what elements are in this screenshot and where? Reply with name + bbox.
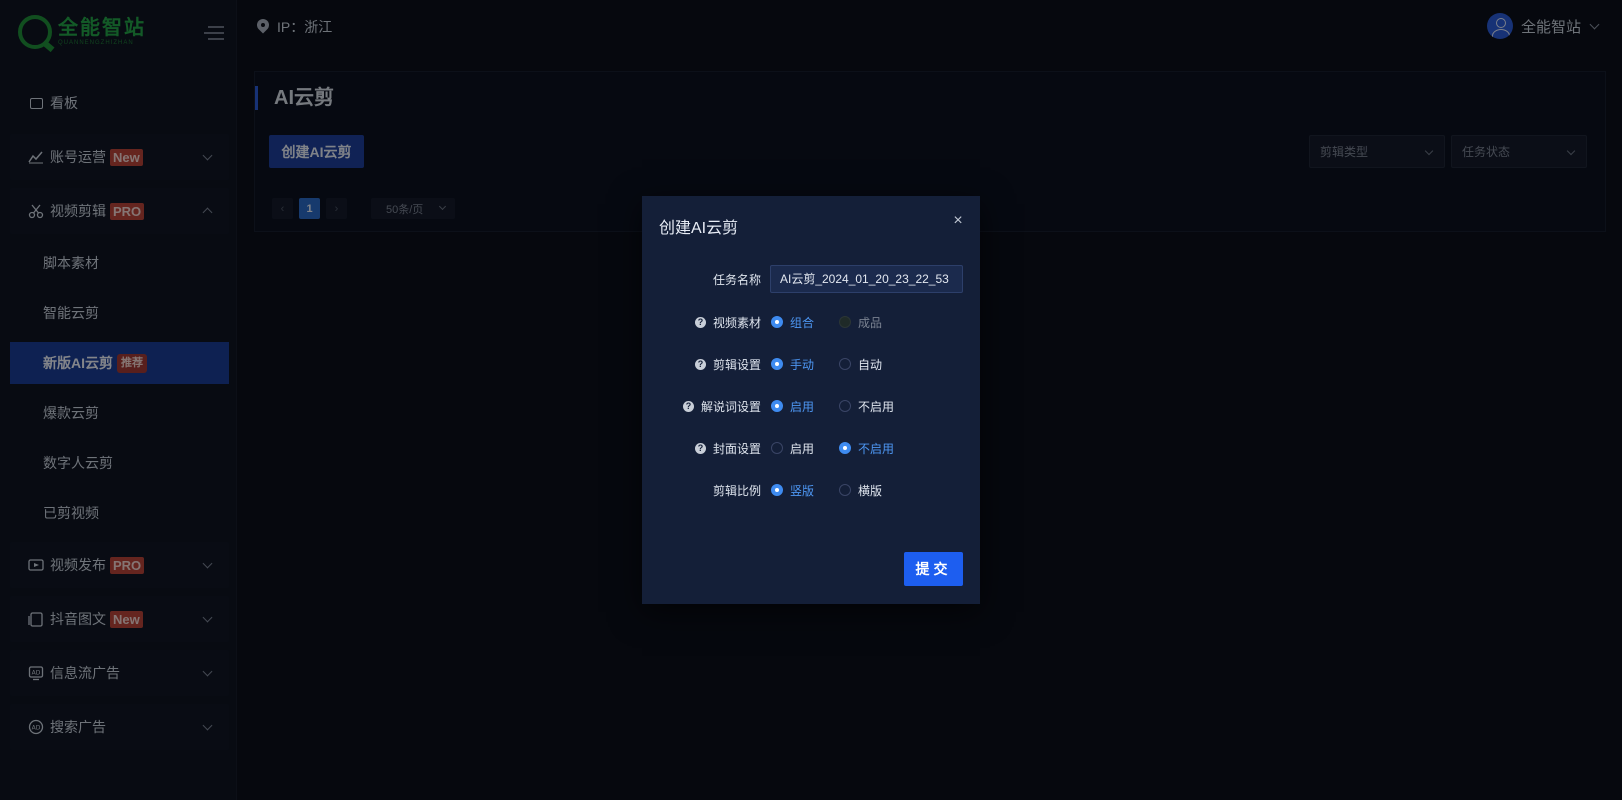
clip-setting-label: 剪辑设置: [712, 357, 761, 372]
cover-setting-row: ? 封面设置 启用 不启用: [642, 435, 980, 461]
radio-narration-enable[interactable]: 启用: [771, 398, 814, 415]
help-icon[interactable]: ?: [694, 316, 706, 328]
narration-setting-row: ? 解说词设置 启用 不启用: [642, 393, 980, 419]
radio-label: 成品: [858, 315, 883, 330]
help-icon[interactable]: ?: [682, 400, 694, 412]
radio-clip-auto[interactable]: 自动: [839, 356, 882, 373]
submit-button[interactable]: 提交: [904, 552, 963, 586]
radio-label: 竖版: [790, 483, 815, 498]
task-name-label: 任务名称: [712, 272, 761, 287]
radio-label: 启用: [790, 441, 815, 456]
radio-label: 组合: [790, 315, 815, 330]
radio-dot: [839, 484, 851, 496]
help-icon[interactable]: ?: [694, 442, 706, 454]
radio-dot: [839, 358, 851, 370]
radio-label: 不启用: [858, 441, 895, 456]
video-material-row: ? 视频素材 组合 成品: [642, 309, 980, 335]
radio-cover-enable[interactable]: 启用: [771, 440, 814, 457]
cover-setting-label: 封面设置: [712, 441, 761, 456]
video-material-label: 视频素材: [712, 315, 761, 330]
create-ai-clip-dialog: 创建AI云剪 × 任务名称 AI云剪_2024_01_20_23_22_53 ?…: [642, 196, 980, 604]
radio-clip-manual[interactable]: 手动: [771, 356, 814, 373]
help-icon[interactable]: ?: [694, 358, 706, 370]
narration-setting-label: 解说词设置: [700, 399, 761, 414]
radio-ratio-vertical[interactable]: 竖版: [771, 482, 814, 499]
aspect-ratio-label: 剪辑比例: [712, 483, 761, 498]
radio-label: 不启用: [858, 399, 895, 414]
radio-dot: [771, 358, 783, 370]
radio-dot: [771, 484, 783, 496]
task-name-input[interactable]: AI云剪_2024_01_20_23_22_53: [770, 265, 963, 293]
radio-dot: [771, 400, 783, 412]
radio-label: 启用: [790, 399, 815, 414]
dialog-title: 创建AI云剪: [659, 220, 739, 237]
task-name-row: 任务名称 AI云剪_2024_01_20_23_22_53: [642, 265, 980, 293]
radio-dot: [839, 316, 851, 328]
close-icon[interactable]: ×: [951, 213, 965, 229]
aspect-ratio-row: 剪辑比例 竖版 横版: [642, 477, 980, 503]
radio-dot: [771, 442, 783, 454]
clip-setting-row: ? 剪辑设置 手动 自动: [642, 351, 980, 377]
radio-video-material-finished[interactable]: 成品: [839, 314, 882, 331]
radio-dot: [839, 400, 851, 412]
radio-label: 自动: [858, 357, 883, 372]
radio-cover-disable[interactable]: 不启用: [839, 440, 894, 457]
radio-narration-disable[interactable]: 不启用: [839, 398, 894, 415]
radio-label: 横版: [858, 483, 883, 498]
radio-video-material-combo[interactable]: 组合: [771, 314, 814, 331]
radio-ratio-horizontal[interactable]: 横版: [839, 482, 882, 499]
radio-label: 手动: [790, 357, 815, 372]
radio-dot: [839, 442, 851, 454]
radio-dot: [771, 316, 783, 328]
